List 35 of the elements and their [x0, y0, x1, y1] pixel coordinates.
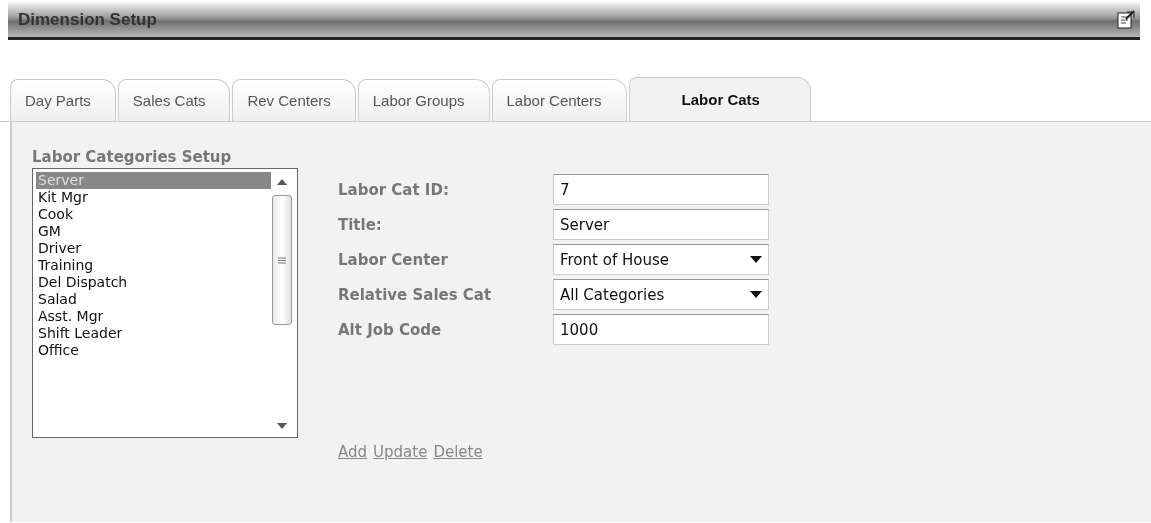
caret-icon — [750, 291, 762, 298]
window-title: Dimension Setup — [18, 9, 157, 30]
field-label: Labor Center — [338, 250, 449, 269]
field-label: Labor Cat ID: — [338, 180, 450, 199]
properties-icon[interactable] — [1116, 9, 1136, 30]
list-item[interactable]: Shift Leader — [36, 325, 271, 342]
field-label: Alt Job Code — [338, 320, 443, 339]
scroll-down-icon[interactable] — [277, 423, 287, 429]
section-heading: Labor Categories Setup — [32, 148, 233, 166]
field-label: Title: — [338, 215, 383, 234]
list-item[interactable]: Kit Mgr — [36, 189, 271, 206]
tab[interactable]: Labor Centers — [491, 79, 627, 121]
category-listbox[interactable]: Server Kit Mgr Cook GM Driver Training Del Dispatch Salad Asst. Mgr Shift Leader Office — [32, 168, 298, 438]
list-item[interactable]: Salad — [36, 291, 271, 308]
list-item[interactable]: GM — [36, 223, 271, 240]
list-item[interactable]: Asst. Mgr — [36, 308, 271, 325]
tab[interactable]: Sales Cats — [117, 79, 231, 121]
dropdown-field[interactable]: All Categories — [553, 279, 769, 310]
tab[interactable]: Labor Cats — [628, 77, 811, 121]
text-field[interactable]: Server — [553, 209, 769, 240]
text-field[interactable]: 1000 — [553, 314, 769, 345]
field-label: Relative Sales Cat — [338, 285, 493, 304]
list-item[interactable]: Driver — [36, 240, 271, 257]
list-item[interactable]: Office — [36, 342, 271, 359]
scroll-up-icon[interactable] — [277, 179, 287, 185]
list-item[interactable]: Del Dispatch — [36, 274, 271, 291]
dropdown-field[interactable]: Front of House — [553, 244, 769, 275]
list-item[interactable]: Training — [36, 257, 271, 274]
caret-icon — [750, 256, 762, 263]
tab[interactable]: Day Parts — [10, 79, 116, 121]
text-field[interactable]: 7 — [553, 174, 769, 205]
tab[interactable]: Labor Groups — [357, 79, 490, 121]
scrollbar-thumb[interactable] — [272, 195, 292, 325]
tab[interactable]: Rev Centers — [232, 79, 356, 121]
list-item[interactable]: Cook — [36, 206, 271, 223]
